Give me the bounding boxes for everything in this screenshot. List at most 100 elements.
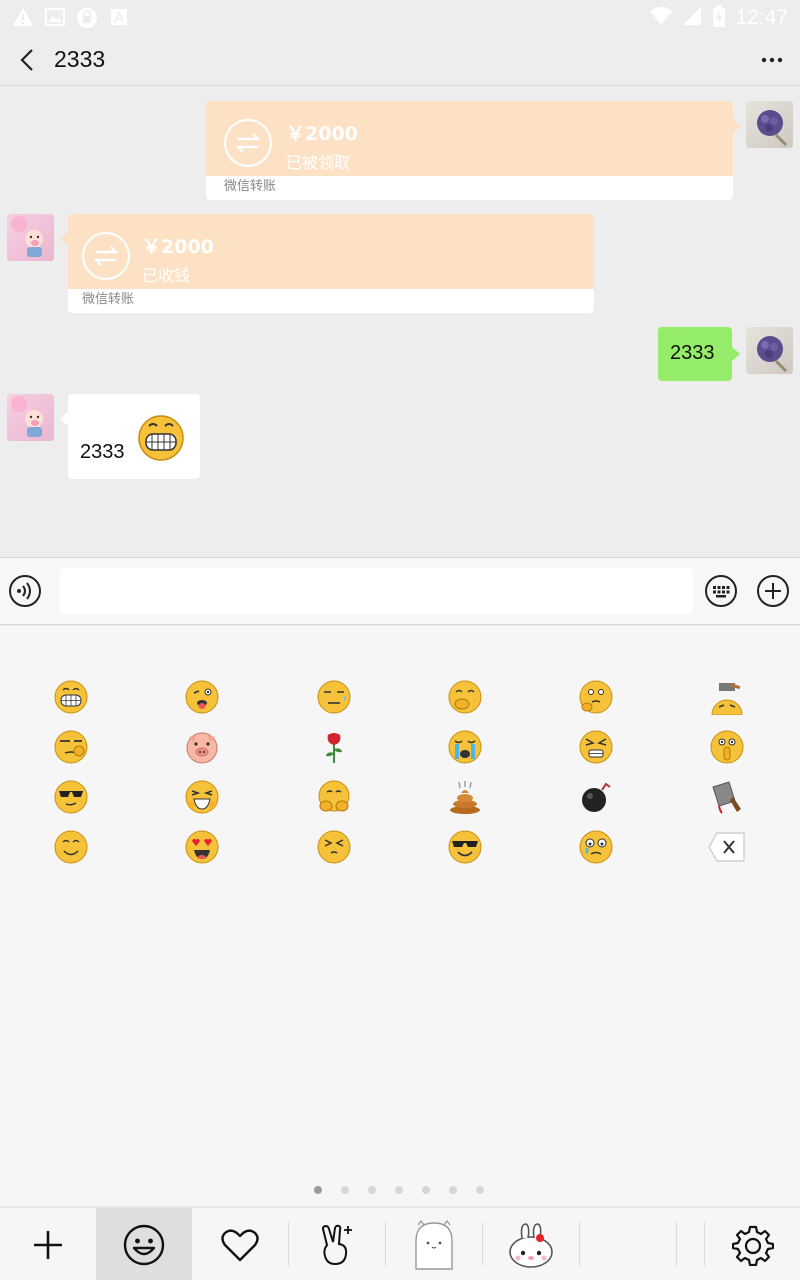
favorites-tab[interactable] (192, 1208, 288, 1280)
cover-mouth-emoji[interactable] (447, 679, 483, 715)
page-dot[interactable] (368, 1186, 376, 1194)
status-right: 12:47 (649, 4, 788, 32)
crying-emoji[interactable] (447, 729, 483, 765)
rose-emoji[interactable] (316, 729, 352, 765)
teary-emoji[interactable] (578, 829, 614, 865)
bubble-tail (60, 412, 68, 426)
transfer-arrows-icon (82, 232, 130, 280)
message-input[interactable] (60, 568, 693, 614)
contact-avatar[interactable] (7, 214, 54, 261)
transfer-status: 已收钱 (142, 266, 191, 285)
cleaver-emoji[interactable] (709, 779, 745, 815)
emoji-panel (0, 626, 800, 1206)
bubble-tail (60, 232, 68, 246)
page-dot[interactable] (422, 1186, 430, 1194)
page-indicator (0, 1184, 800, 1196)
tab-divider (676, 1222, 677, 1266)
voice-button[interactable] (8, 574, 42, 608)
chat-header: 2333 (0, 34, 800, 86)
squint-emoji[interactable] (316, 829, 352, 865)
page-dot[interactable] (341, 1186, 349, 1194)
bomb-emoji[interactable] (578, 779, 614, 815)
message-text: 2333 (80, 441, 125, 463)
awkward-emoji[interactable] (316, 679, 352, 715)
page-dot[interactable] (395, 1186, 403, 1194)
delete-emoji-button[interactable] (707, 831, 747, 863)
page-dot-active[interactable] (314, 1186, 322, 1194)
message-text: 2333 (670, 342, 715, 364)
grin-emoji[interactable] (53, 679, 89, 715)
message-bubble-received[interactable]: 2333 (68, 394, 200, 479)
tongue-emoji[interactable] (184, 679, 220, 715)
lock-icon (76, 6, 98, 28)
text-a-icon (108, 6, 130, 28)
hammer-head-emoji[interactable] (709, 679, 745, 715)
transfer-status: 已被领取 (286, 153, 351, 172)
clock-time: 12:47 (735, 6, 788, 29)
message-bubble-sent[interactable]: 2333 (658, 327, 732, 381)
sticker-ghost-icon (415, 1219, 453, 1270)
empty-tab[interactable] (580, 1208, 676, 1280)
transfer-footer: 微信转账 (206, 176, 733, 200)
more-actions-button[interactable] (756, 574, 790, 608)
wifi-icon (649, 5, 673, 31)
laugh-emoji[interactable] (184, 779, 220, 815)
status-bar: 12:47 (0, 0, 800, 34)
cellular-icon (681, 5, 703, 31)
voice-icon (9, 575, 41, 607)
sticker-tab-bar (0, 1207, 800, 1280)
add-sticker-tab[interactable] (0, 1208, 96, 1280)
transfer-card-received[interactable]: ￥2000 已收钱 微信转账 (68, 214, 594, 313)
message-list[interactable]: ￥2000 已被领取 微信转账 ￥2000 已收钱 微信转账 2333 2333 (0, 87, 800, 557)
bubble-tail (733, 119, 741, 133)
transfer-arrows-icon (224, 119, 272, 167)
backspace-icon (708, 832, 745, 862)
status-left-icons (12, 6, 130, 28)
sticker-bunny-tab[interactable] (483, 1208, 579, 1280)
victory-hand-icon (321, 1224, 352, 1265)
plus-circle-icon (757, 575, 789, 607)
transfer-amount: ￥2000 (286, 123, 358, 145)
transfer-card-sent[interactable]: ￥2000 已被领取 微信转账 (206, 101, 733, 200)
hush-emoji[interactable] (709, 729, 745, 765)
emoji-tab[interactable] (96, 1208, 192, 1280)
grin-emoji-icon (138, 415, 184, 461)
transfer-amount: ￥2000 (142, 236, 214, 258)
thinking-emoji[interactable] (578, 679, 614, 715)
shy-hands-emoji[interactable] (316, 779, 352, 815)
self-avatar[interactable] (746, 101, 793, 148)
keyboard-icon (705, 575, 737, 607)
pig-emoji[interactable] (184, 729, 220, 765)
heart-icon (221, 1228, 259, 1261)
bubble-tail (732, 347, 740, 361)
more-button[interactable] (758, 46, 786, 74)
image-icon (44, 6, 66, 28)
add-icon (34, 1230, 62, 1259)
keyboard-button[interactable] (704, 574, 738, 608)
sunglasses-smile-emoji[interactable] (447, 829, 483, 865)
emoji-settings-tab[interactable] (705, 1208, 800, 1280)
contact-avatar[interactable] (7, 394, 54, 441)
self-avatar[interactable] (746, 327, 793, 374)
sticker-ghost-tab[interactable] (386, 1208, 482, 1280)
page-dot[interactable] (476, 1186, 484, 1194)
warning-icon (12, 6, 34, 28)
settings-gear-icon (731, 1225, 774, 1266)
salute-emoji[interactable] (53, 729, 89, 765)
smile-emoji[interactable] (53, 829, 89, 865)
heart-eyes-emoji[interactable] (184, 829, 220, 865)
more-icon (761, 57, 783, 63)
back-button[interactable] (14, 46, 42, 74)
page-dot[interactable] (449, 1186, 457, 1194)
transfer-footer: 微信转账 (68, 289, 594, 313)
chat-title: 2333 (54, 46, 106, 72)
grimace-emoji[interactable] (578, 729, 614, 765)
cool-shades-emoji[interactable] (53, 779, 89, 815)
sticker-victory-tab[interactable] (289, 1208, 385, 1280)
chevron-left-icon (20, 49, 33, 71)
battery-icon (711, 4, 727, 32)
input-bar (0, 557, 800, 625)
poop-emoji[interactable] (447, 779, 483, 815)
sticker-bunny-icon (509, 1222, 553, 1268)
smiley-icon (123, 1224, 165, 1265)
